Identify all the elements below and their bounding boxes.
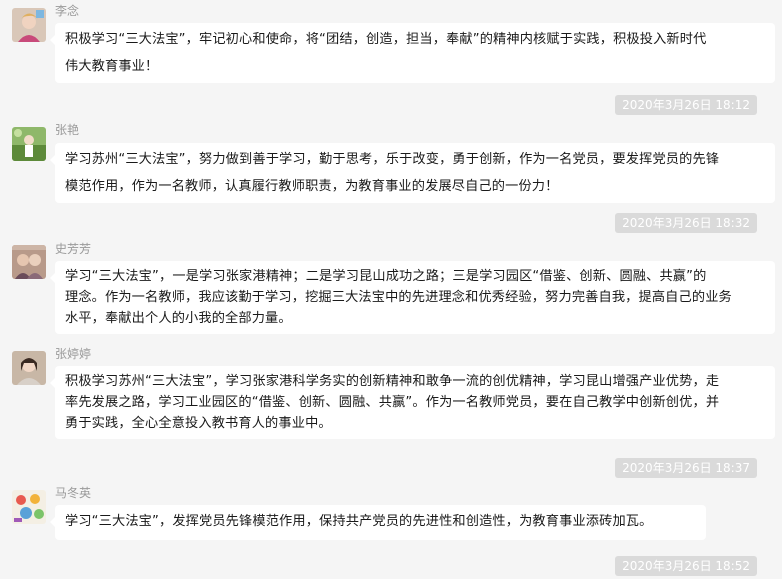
user-avatar-icon[interactable] [12,351,46,385]
timestamp-badge: 2020年3月26日 18:12 [615,95,757,115]
message-text-line: 学习苏州“三大法宝”，努力做到善于学习，勤于思考，乐于改变，勇于创新，作为一名党… [65,152,720,167]
message-text-line: 积极学习“三大法宝”，牢记初心和使命，将“团结，创造，担当，奉献”的精神内核赋于… [65,32,707,47]
user-avatar-icon[interactable] [12,245,46,279]
message-text-line: 率先发展之路，学习工业园区的“借鉴、创新、圆融、共赢”。作为一名教师党员，要在自… [65,395,720,410]
message-text-line: 伟大教育事业！ [65,58,159,74]
message-bubble[interactable]: 积极学习“三大法宝”，牢记初心和使命，将“团结，创造，担当，奉献”的精神内核赋于… [50,23,775,83]
message-bubble[interactable]: 学习“三大法宝”，一是学习张家港精神；二是学习昆山成功之路；三是学习园区“借鉴、… [50,261,775,334]
message-text-line: 水平，奉献出个人的小我的全部力量。 [65,311,292,326]
timestamp-badge: 2020年3月26日 18:52 [615,556,757,576]
message-text-line: 理念。作为一名教师，我应该勤于学习，挖掘三大法宝中的先进理念和优秀经验，努力完善… [65,290,732,305]
user-avatar-icon[interactable] [12,490,46,524]
message-bubble[interactable]: 学习“三大法宝”，发挥党员先锋模范作用，保持共产党员的先进性和创造性，为教育事业… [50,505,706,540]
timestamp-badge: 2020年3月26日 18:37 [615,458,757,478]
sender-name: 马冬英 [55,486,92,500]
message-text-line: 积极学习苏州“三大法宝”，学习张家港科学务实的创新精神和敢争一流的创优精神，学习… [65,374,720,389]
message-bubble[interactable]: 积极学习苏州“三大法宝”，学习张家港科学务实的创新精神和敢争一流的创优精神，学习… [50,366,775,439]
message-text-line: 学习“三大法宝”，一是学习张家港精神；二是学习昆山成功之路；三是学习园区“借鉴、… [65,269,707,284]
message-text-line: 勇于实践，全心全意投入教书育人的事业中。 [65,416,332,431]
sender-name: 李念 [55,4,80,18]
sender-name: 张婷婷 [55,347,92,361]
sender-name: 张艳 [55,123,80,137]
sender-name: 史芳芳 [55,242,92,256]
message-text-line: 学习“三大法宝”，发挥党员先锋模范作用，保持共产党员的先进性和创造性，为教育事业… [65,514,653,529]
timestamp-badge: 2020年3月26日 18:32 [615,213,757,233]
message-text-line: 模范作用，作为一名教师，认真履行教师职责，为教育事业的发展尽自己的一份力！ [65,178,559,194]
user-avatar-icon[interactable] [12,127,46,161]
user-avatar-icon[interactable] [12,8,46,42]
message-bubble[interactable]: 学习苏州“三大法宝”，努力做到善于学习，勤于思考，乐于改变，勇于创新，作为一名党… [50,143,775,203]
